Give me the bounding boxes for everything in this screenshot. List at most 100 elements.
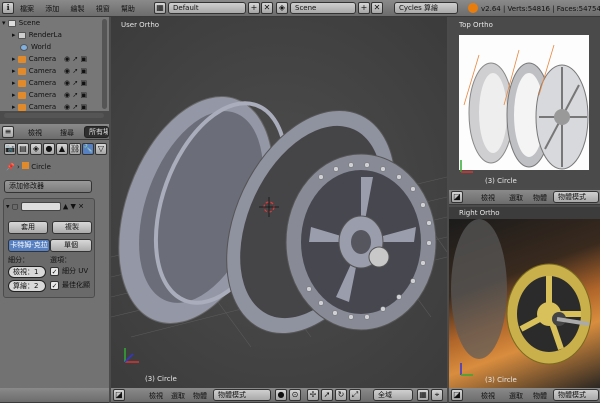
pin-icon[interactable]: 📌 — [6, 163, 15, 171]
render-tab-icon[interactable]: 📷 — [4, 143, 16, 155]
expand-arrow-icon[interactable]: ▸ — [12, 67, 16, 75]
eye-icon[interactable]: ◉ — [64, 91, 70, 99]
menu-window[interactable]: 視窗 — [96, 4, 110, 14]
camera-render-icon[interactable]: ▣ — [80, 79, 87, 87]
cursor-icon[interactable]: ➚ — [72, 91, 78, 99]
world-tab-icon[interactable]: ● — [43, 143, 55, 155]
add-modifier-dropdown[interactable]: 添加修改器 — [4, 180, 92, 193]
constraints-tab-icon[interactable]: ⛓ — [69, 143, 81, 155]
object-tab-icon[interactable]: ▲ — [56, 143, 68, 155]
view-menu[interactable]: 檢視 — [149, 391, 163, 401]
cursor-icon[interactable]: ➚ — [72, 55, 78, 63]
select-menu[interactable]: 選取 — [171, 391, 185, 401]
object-mode-dropdown[interactable]: 物體模式 — [213, 389, 271, 401]
object-mode-dropdown[interactable]: 物體模式 — [553, 191, 599, 203]
render-levels-field[interactable]: 算繪：2 — [8, 280, 46, 292]
expand-arrow-icon[interactable]: ▾ — [2, 19, 6, 27]
outliner-search-menu[interactable]: 搜尋 — [60, 128, 74, 138]
expand-arrow-icon[interactable]: ▸ — [12, 31, 16, 39]
mesh-object-icon — [22, 162, 29, 169]
rotate-icon[interactable]: ↻ — [335, 389, 347, 401]
remove-modifier-icon[interactable]: ✕ — [78, 203, 84, 211]
3d-view-editor-icon[interactable]: ◪ — [451, 389, 463, 401]
simple-tab[interactable]: 單個 — [50, 239, 92, 252]
expand-arrow-icon[interactable]: ▸ — [12, 103, 16, 111]
cursor-icon[interactable]: ➚ — [72, 67, 78, 75]
view-menu[interactable]: 檢視 — [481, 391, 495, 401]
expand-arrow-icon[interactable]: ▸ — [12, 55, 16, 63]
move-up-icon[interactable]: ▲ — [63, 203, 68, 211]
eye-icon[interactable]: ◉ — [64, 67, 70, 75]
scene-selector[interactable]: Scene — [290, 2, 356, 14]
move-down-icon[interactable]: ▼ — [70, 203, 75, 211]
menu-help[interactable]: 幫助 — [121, 4, 135, 14]
outliner-view-menu[interactable]: 檢視 — [28, 128, 42, 138]
object-menu[interactable]: 物體 — [533, 391, 547, 401]
layout-close-icon[interactable]: ✕ — [261, 2, 273, 14]
select-menu[interactable]: 選取 — [509, 391, 523, 401]
view-menu[interactable]: 檢視 — [481, 193, 495, 203]
collapse-arrow-icon[interactable]: ▾ — [6, 203, 10, 211]
copy-button[interactable]: 複製 — [52, 221, 92, 234]
scale-icon[interactable]: ⤢ — [349, 389, 361, 401]
expand-arrow-icon[interactable]: ▸ — [12, 91, 16, 99]
object-menu[interactable]: 物體 — [533, 193, 547, 203]
camera-render-icon[interactable]: ▣ — [80, 55, 87, 63]
layout-selector[interactable]: Default — [168, 2, 246, 14]
eye-icon[interactable]: ◉ — [64, 55, 70, 63]
outliner-display-filter[interactable]: 所有場 — [84, 126, 109, 138]
scene-close-icon[interactable]: ✕ — [371, 2, 383, 14]
translate-icon[interactable]: ➚ — [321, 389, 333, 401]
3d-view-editor-icon[interactable]: ◪ — [113, 389, 125, 401]
camera-render-icon[interactable]: ▣ — [80, 67, 87, 75]
pivot-icon[interactable]: ⊙ — [289, 389, 301, 401]
object-mode-dropdown[interactable]: 物體模式 — [553, 389, 599, 401]
screen-layout-icon[interactable]: ▦ — [154, 2, 166, 14]
outliner-row-world[interactable]: World — [0, 41, 100, 53]
view-levels-field[interactable]: 檢視：1 — [8, 266, 46, 278]
3d-view-editor-icon[interactable]: ◪ — [451, 191, 463, 203]
select-menu[interactable]: 選取 — [509, 193, 523, 203]
scene-tab-icon[interactable]: ◈ — [30, 143, 42, 155]
layers-tab-icon[interactable]: ▤ — [17, 143, 29, 155]
right-ortho-viewport[interactable]: Right Ortho (3) Circle — [449, 207, 600, 388]
modifier-toggle-icons[interactable] — [20, 202, 61, 211]
render-engine-selector[interactable]: Cycles 算繪 — [394, 2, 458, 14]
outliner-hscroll[interactable] — [4, 113, 104, 118]
camera-render-icon[interactable]: ▣ — [80, 91, 87, 99]
optimal-display-checkbox[interactable]: ✓ 最佳化顯 — [50, 280, 90, 290]
modifier-tab-icon[interactable]: 🔧 — [82, 143, 94, 155]
expand-arrow-icon[interactable]: ▸ — [12, 79, 16, 87]
data-tab-icon[interactable]: ▽ — [95, 143, 107, 155]
menu-file[interactable]: 檔案 — [20, 4, 34, 14]
menu-add[interactable]: 添加 — [45, 4, 59, 14]
layers-icon[interactable]: ▦ — [417, 389, 429, 401]
eye-icon[interactable]: ◉ — [64, 103, 70, 111]
cursor-icon[interactable]: ➚ — [72, 79, 78, 87]
outliner-scrollbar[interactable] — [102, 19, 107, 109]
layout-add-icon[interactable]: + — [248, 2, 260, 14]
apply-button[interactable]: 套用 — [8, 221, 48, 234]
transform-orientation-dropdown[interactable]: 全域 — [373, 389, 413, 401]
scene-icon[interactable]: ◈ — [276, 2, 288, 14]
catmull-clark-tab[interactable]: 卡特姆-克拉 — [8, 239, 50, 252]
snap-icon[interactable]: ⌖ — [431, 389, 443, 401]
object-menu[interactable]: 物體 — [193, 391, 207, 401]
menu-render[interactable]: 繪製 — [70, 4, 84, 14]
outliner-editor-icon[interactable]: ≡ — [2, 126, 14, 138]
viewport-shading-icon[interactable]: ● — [275, 389, 287, 401]
viewport-object-label: (3) Circle — [145, 375, 177, 383]
main-viewport[interactable]: User Ortho (3) Circle — [111, 17, 447, 388]
visibility-icons: ◉ ➚ ▣ ◉ ➚ ▣ ◉ ➚ ▣ ◉ ➚ ▣ ◉ ➚ ▣ — [64, 53, 104, 111]
subdivide-uv-checkbox[interactable]: ✓ 細分 UV — [50, 266, 88, 276]
cursor-icon[interactable]: ➚ — [72, 103, 78, 111]
manipulator-icon[interactable]: ✢ — [307, 389, 319, 401]
info-editor-icon[interactable]: ℹ — [2, 2, 14, 14]
wheel-scene — [111, 96, 447, 363]
top-ortho-viewport[interactable]: Top Ortho (3) Circle — [449, 17, 600, 188]
camera-render-icon[interactable]: ▣ — [80, 103, 87, 111]
outliner-row-renderlayers[interactable]: ▸ RenderLa — [0, 29, 100, 41]
scene-add-icon[interactable]: + — [358, 2, 370, 14]
outliner-row-scene[interactable]: ▾ Scene — [0, 17, 100, 29]
eye-icon[interactable]: ◉ — [64, 79, 70, 87]
